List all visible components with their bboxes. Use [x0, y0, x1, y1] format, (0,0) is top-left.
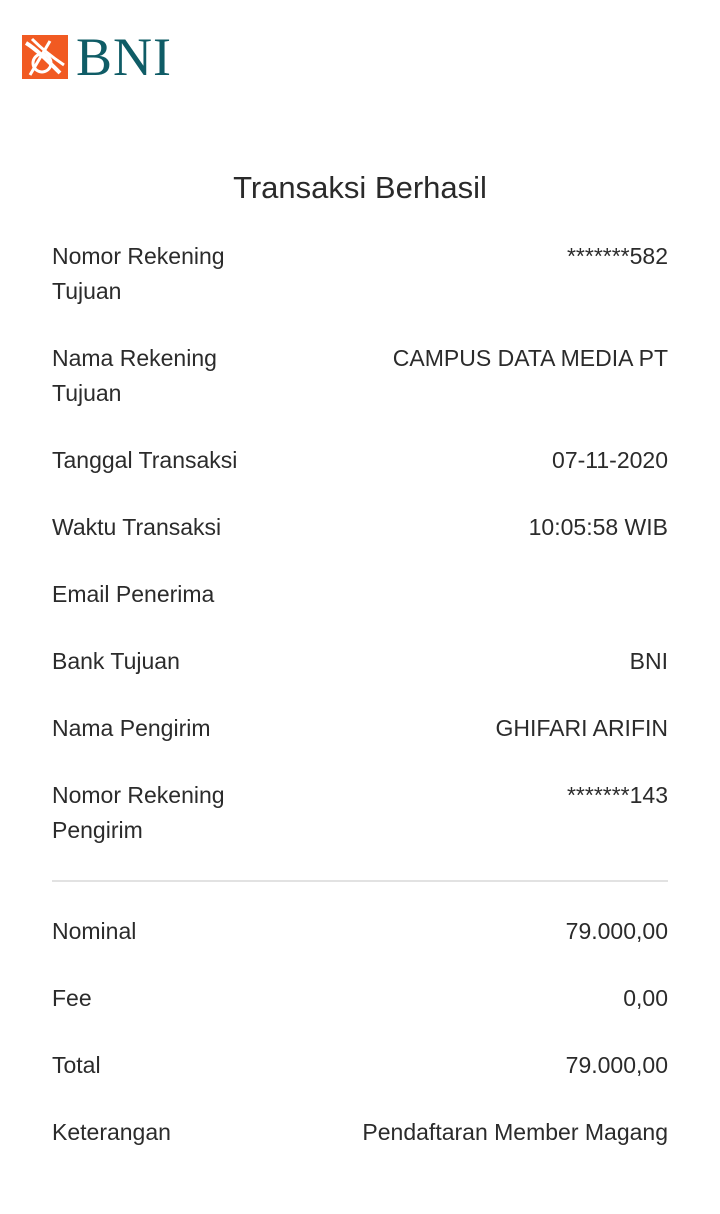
summary-row-keterangan: Keterangan Pendaftaran Member Magang: [52, 1115, 668, 1150]
summary-label: Fee: [52, 985, 92, 1011]
detail-row-bank-tujuan: Bank Tujuan BNI: [52, 644, 668, 679]
detail-value: CAMPUS DATA MEDIA PT: [392, 345, 668, 371]
detail-row-email-penerima: Email Penerima: [52, 577, 668, 612]
bni-logo-icon: [22, 35, 68, 79]
detail-label: Nama Rekening Tujuan: [52, 345, 217, 406]
detail-value: 10:05:58 WIB: [528, 514, 668, 540]
summary-value: Pendaftaran Member Magang: [362, 1119, 668, 1145]
detail-label: Tanggal Transaksi: [52, 447, 238, 473]
summary-label: Nominal: [52, 918, 137, 944]
detail-row-nama-rekening-tujuan: Nama Rekening Tujuan CAMPUS DATA MEDIA P…: [52, 341, 668, 411]
summary-value: 79.000,00: [565, 918, 668, 944]
detail-label: Email Penerima: [52, 581, 215, 607]
detail-label: Nomor Rekening Pengirim: [52, 782, 225, 843]
detail-value: BNI: [629, 648, 668, 674]
detail-row-nomor-rekening-tujuan: Nomor Rekening Tujuan *******582: [52, 239, 668, 309]
summary-row-total: Total 79.000,00: [52, 1048, 668, 1083]
detail-row-tanggal-transaksi: Tanggal Transaksi 07-11-2020: [52, 443, 668, 478]
summary-label: Total: [52, 1052, 101, 1078]
detail-row-nomor-rekening-pengirim: Nomor Rekening Pengirim *******143: [52, 778, 668, 848]
summary-value: 79.000,00: [565, 1052, 668, 1078]
bni-logo: BNI: [22, 27, 172, 87]
summary-value: 0,00: [623, 985, 668, 1011]
detail-label: Nomor Rekening Tujuan: [52, 243, 225, 304]
page-title: Transaksi Berhasil: [233, 170, 487, 205]
detail-value: *******143: [566, 782, 668, 808]
detail-label: Bank Tujuan: [52, 648, 180, 674]
detail-value: 07-11-2020: [552, 447, 668, 473]
summary-row-nominal: Nominal 79.000,00: [52, 914, 668, 949]
detail-label: Waktu Transaksi: [52, 514, 222, 540]
detail-label: Nama Pengirim: [52, 715, 211, 741]
detail-value: GHIFARI ARIFIN: [495, 715, 668, 741]
divider: [52, 880, 668, 882]
brand-name: BNI: [76, 27, 172, 87]
detail-row-waktu-transaksi: Waktu Transaksi 10:05:58 WIB: [52, 510, 668, 545]
summary-label: Keterangan: [52, 1119, 171, 1145]
detail-row-nama-pengirim: Nama Pengirim GHIFARI ARIFIN: [52, 711, 668, 746]
detail-value: *******582: [566, 243, 668, 269]
summary-row-fee: Fee 0,00: [52, 981, 668, 1016]
